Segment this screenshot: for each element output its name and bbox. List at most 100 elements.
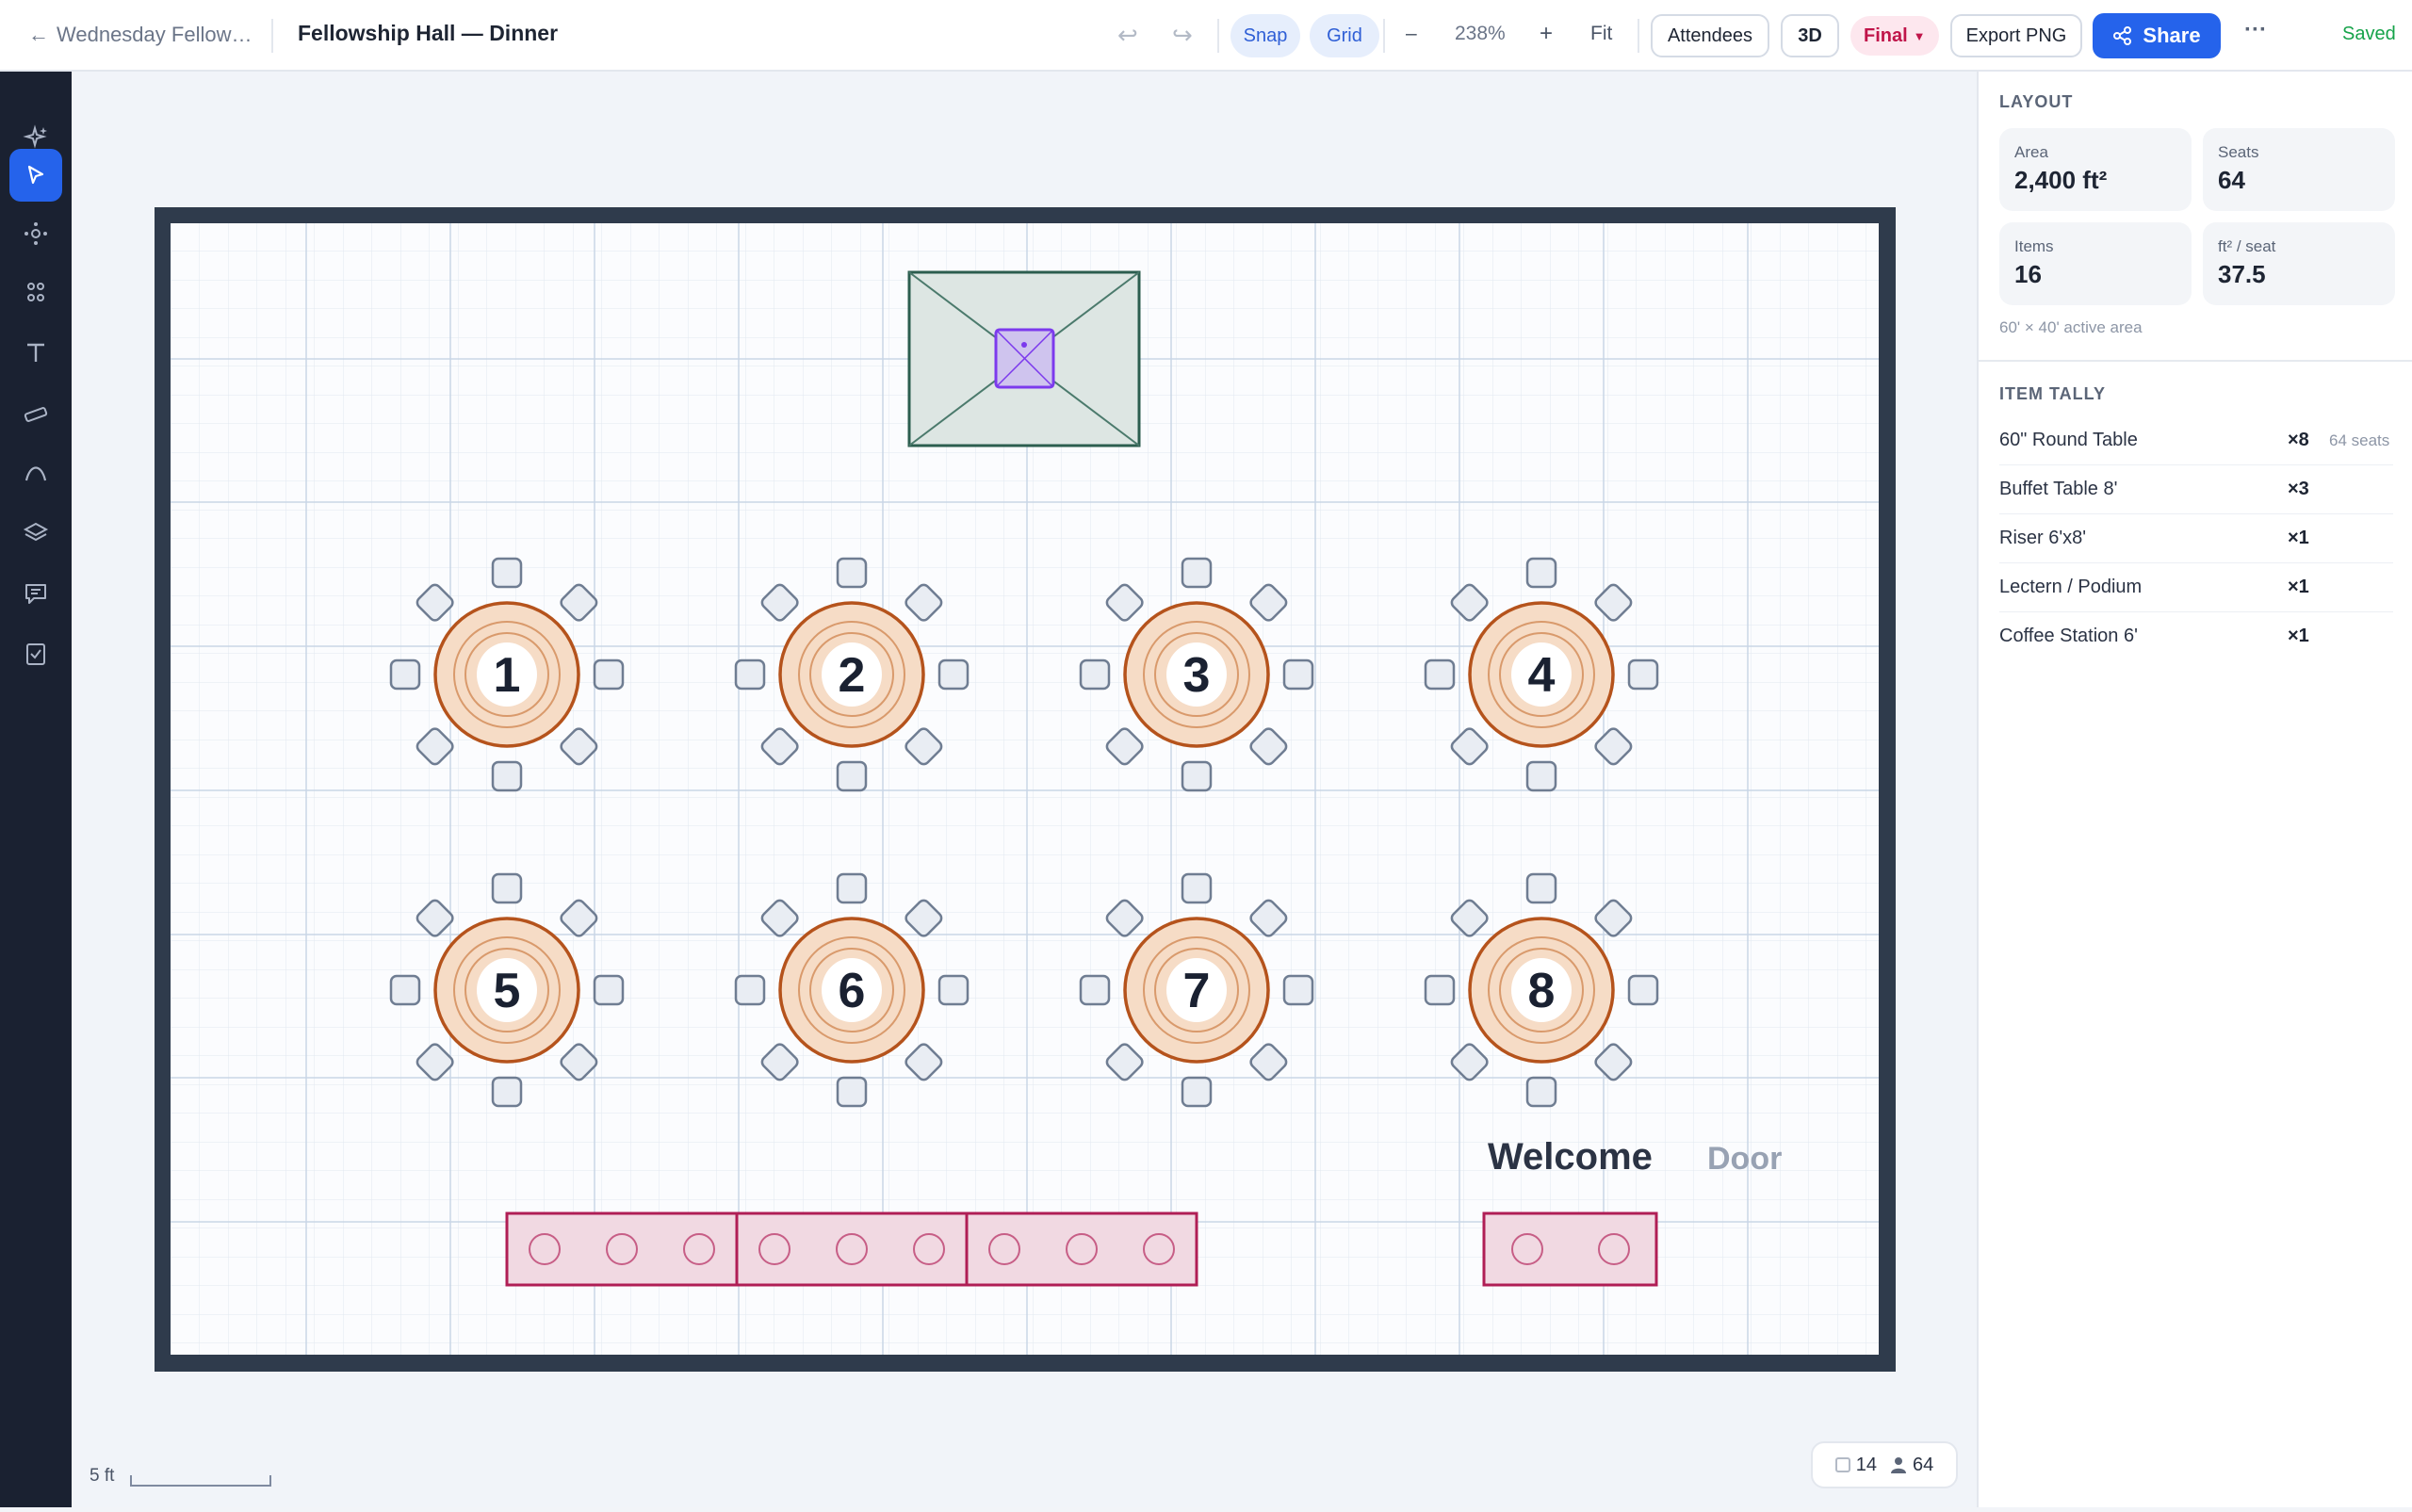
chair[interactable]	[734, 658, 766, 691]
node-tool-button[interactable]	[9, 207, 62, 260]
items-count-value: 14	[1855, 1454, 1877, 1475]
chair[interactable]	[593, 658, 625, 691]
scale-bar	[130, 1475, 271, 1487]
tally-name: Coffee Station 6'	[1999, 626, 2138, 646]
tally-row[interactable]: Buffet Table 8' ×3	[1999, 465, 2393, 514]
people-count-value: 64	[1913, 1454, 1934, 1475]
chair[interactable]	[836, 557, 868, 589]
tally-row[interactable]: Coffee Station 6' ×1	[1999, 612, 2393, 661]
tool-sidebar	[0, 72, 72, 1507]
chair[interactable]	[1627, 658, 1659, 691]
chair[interactable]	[1079, 974, 1111, 1006]
table-number: 8	[1528, 964, 1556, 1018]
select-tool-button[interactable]	[9, 149, 62, 202]
chair[interactable]	[1525, 557, 1557, 589]
share-button[interactable]: Share	[2093, 13, 2221, 58]
chair[interactable]	[1525, 1076, 1557, 1108]
chair[interactable]	[1424, 658, 1456, 691]
document-title[interactable]: Fellowship Hall — Dinner	[298, 21, 558, 46]
tally-qty: ×1	[2288, 577, 2309, 597]
chair[interactable]	[1181, 1076, 1213, 1108]
comment-icon	[25, 584, 46, 604]
chair[interactable]	[593, 974, 625, 1006]
export-png-button[interactable]: Export PNG	[1950, 14, 2082, 57]
lectern[interactable]	[994, 328, 1055, 389]
chair[interactable]	[937, 974, 970, 1006]
tally-extra: 64 seats	[2329, 431, 2390, 449]
buffet-tables	[505, 1211, 1658, 1287]
chair[interactable]	[1181, 760, 1213, 792]
tally-row[interactable]: Lectern / Podium ×1	[1999, 563, 2393, 612]
floor-plan[interactable]: 1 2 3 4 5 6 7 8 Welcome Door	[72, 72, 1977, 1507]
chair[interactable]	[836, 872, 868, 904]
zoom-out-button[interactable]: –	[1406, 23, 1417, 45]
zoom-in-button[interactable]: +	[1540, 21, 1553, 47]
buffet-table[interactable]	[735, 1211, 969, 1287]
chair[interactable]	[1525, 872, 1557, 904]
tally-name: Lectern / Podium	[1999, 577, 2143, 597]
stat-value: 16	[2014, 260, 2042, 288]
divider	[271, 19, 273, 53]
scale-label: 5 ft	[90, 1466, 115, 1486]
redo-icon[interactable]: ↪	[1172, 21, 1193, 50]
chair[interactable]	[1282, 658, 1314, 691]
chair[interactable]	[1181, 557, 1213, 589]
stat-value: 64	[2218, 166, 2245, 194]
selection-counter[interactable]: 14 64	[1811, 1441, 1958, 1488]
divider	[1383, 19, 1385, 53]
chair[interactable]	[1525, 760, 1557, 792]
comments-tool-button[interactable]	[9, 567, 62, 620]
door-label[interactable]: Door	[1707, 1141, 1782, 1177]
chair[interactable]	[491, 1076, 523, 1108]
chair[interactable]	[1181, 872, 1213, 904]
table-number: 1	[494, 648, 521, 703]
status-dropdown[interactable]: Final ▼	[1850, 16, 1939, 56]
chair[interactable]	[1079, 658, 1111, 691]
chair[interactable]	[389, 974, 421, 1006]
attendees-button[interactable]: Attendees	[1651, 14, 1769, 57]
divider	[1217, 19, 1219, 53]
chair[interactable]	[389, 658, 421, 691]
more-menu-button[interactable]: ···	[2244, 17, 2267, 43]
tally-qty: ×3	[2288, 479, 2309, 499]
coffee-station[interactable]	[1482, 1211, 1658, 1287]
zoom-level[interactable]: 238%	[1455, 23, 1506, 45]
floor-plan-canvas[interactable]: 1 2 3 4 5 6 7 8 Welcome Door 5 ft 14 64	[72, 72, 1977, 1507]
chair[interactable]	[937, 658, 970, 691]
tally-name: Buffet Table 8'	[1999, 479, 2118, 499]
chair[interactable]	[836, 1076, 868, 1108]
view-3d-button[interactable]: 3D	[1781, 14, 1839, 57]
chair[interactable]	[1282, 974, 1314, 1006]
chair[interactable]	[836, 760, 868, 792]
curve-tool-button[interactable]	[9, 447, 62, 499]
fit-button[interactable]: Fit	[1590, 23, 1612, 45]
grid-toggle[interactable]: Grid	[1310, 14, 1379, 57]
chair[interactable]	[734, 974, 766, 1006]
chair[interactable]	[1627, 974, 1659, 1006]
buffet-table-top	[505, 1211, 739, 1287]
undo-icon[interactable]: ↩	[1117, 21, 1138, 50]
chair[interactable]	[491, 760, 523, 792]
top-toolbar: ← Wednesday Fellow… Fellowship Hall — Di…	[0, 0, 2412, 72]
buffet-table[interactable]	[965, 1211, 1198, 1287]
measure-tool-button[interactable]	[9, 388, 62, 441]
snap-toggle[interactable]: Snap	[1230, 14, 1300, 57]
tally-row[interactable]: Riser 6'x8' ×1	[1999, 514, 2393, 563]
buffet-table[interactable]	[505, 1211, 739, 1287]
checklist-icon	[26, 643, 45, 665]
chair[interactable]	[491, 557, 523, 589]
checklist-tool-button[interactable]	[9, 627, 62, 680]
buffet-table-top	[735, 1211, 969, 1287]
stat-value: 2,400 ft²	[2014, 166, 2108, 194]
tally-qty: ×1	[2288, 528, 2309, 548]
back-link[interactable]: ← Wednesday Fellow…	[28, 23, 252, 47]
tally-row[interactable]: 60" Round Table ×8 64 seats	[1999, 416, 2393, 465]
share-icon	[2113, 26, 2132, 45]
chair[interactable]	[491, 872, 523, 904]
welcome-label[interactable]: Welcome	[1488, 1136, 1653, 1178]
chair[interactable]	[1424, 974, 1456, 1006]
curve-icon	[24, 466, 47, 481]
layers-tool-button[interactable]	[9, 507, 62, 560]
text-tool-button[interactable]	[9, 326, 62, 379]
components-tool-button[interactable]	[9, 266, 62, 318]
